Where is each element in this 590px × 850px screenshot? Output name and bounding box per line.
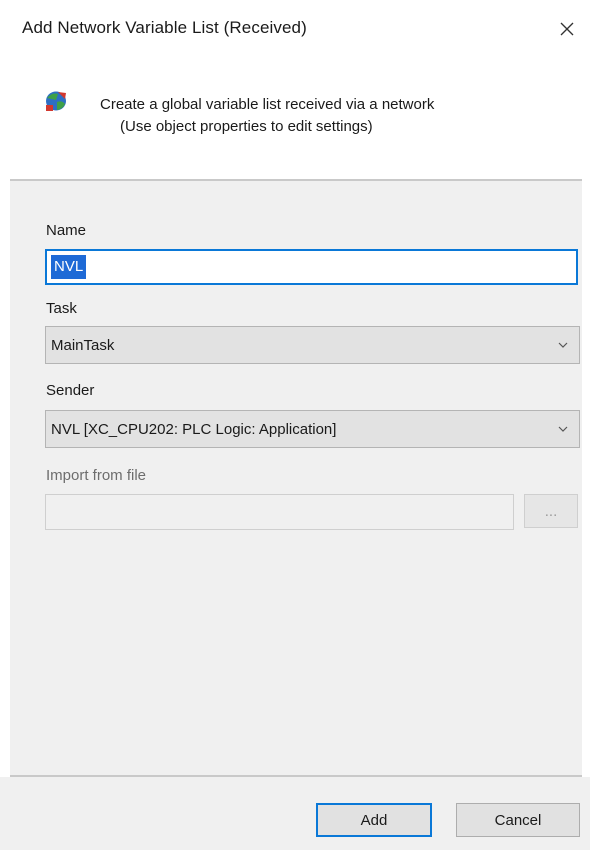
task-label: Task xyxy=(46,300,77,317)
dialog-title: Add Network Variable List (Received) xyxy=(22,18,307,37)
header-description: Create a global variable list received v… xyxy=(100,96,435,113)
name-input[interactable]: NVL xyxy=(45,249,578,285)
browse-button-label: ... xyxy=(544,502,558,520)
cancel-button-label: Cancel xyxy=(494,811,542,829)
name-label: Name xyxy=(46,222,87,239)
browse-button[interactable]: ... xyxy=(524,494,578,528)
cancel-button[interactable]: Cancel xyxy=(456,803,580,837)
sender-label: Sender xyxy=(46,382,95,399)
network-variable-list-icon xyxy=(46,91,66,111)
close-button[interactable] xyxy=(550,12,584,46)
dialog-header: Create a global variable list received v… xyxy=(0,60,590,178)
chevron-down-icon xyxy=(558,342,568,348)
task-select-value: MainTask xyxy=(51,336,115,354)
header-hint: (Use object properties to edit settings) xyxy=(120,118,373,135)
name-input-value: NVL xyxy=(51,255,87,279)
add-button-label: Add xyxy=(360,811,388,829)
add-button[interactable]: Add xyxy=(316,803,432,837)
sender-select-value: NVL [XC_CPU202: PLC Logic: Application] xyxy=(51,420,337,438)
import-label: Import from file xyxy=(46,467,147,484)
add-nvl-dialog: Add Network Variable List (Received) Cre… xyxy=(0,0,590,850)
import-file-input[interactable] xyxy=(45,494,514,530)
task-select[interactable]: MainTask xyxy=(45,326,580,364)
sender-select[interactable]: NVL [XC_CPU202: PLC Logic: Application] xyxy=(45,410,580,448)
chevron-down-icon xyxy=(558,426,568,432)
close-icon xyxy=(560,22,574,36)
title-bar[interactable]: Add Network Variable List (Received) xyxy=(0,0,590,60)
